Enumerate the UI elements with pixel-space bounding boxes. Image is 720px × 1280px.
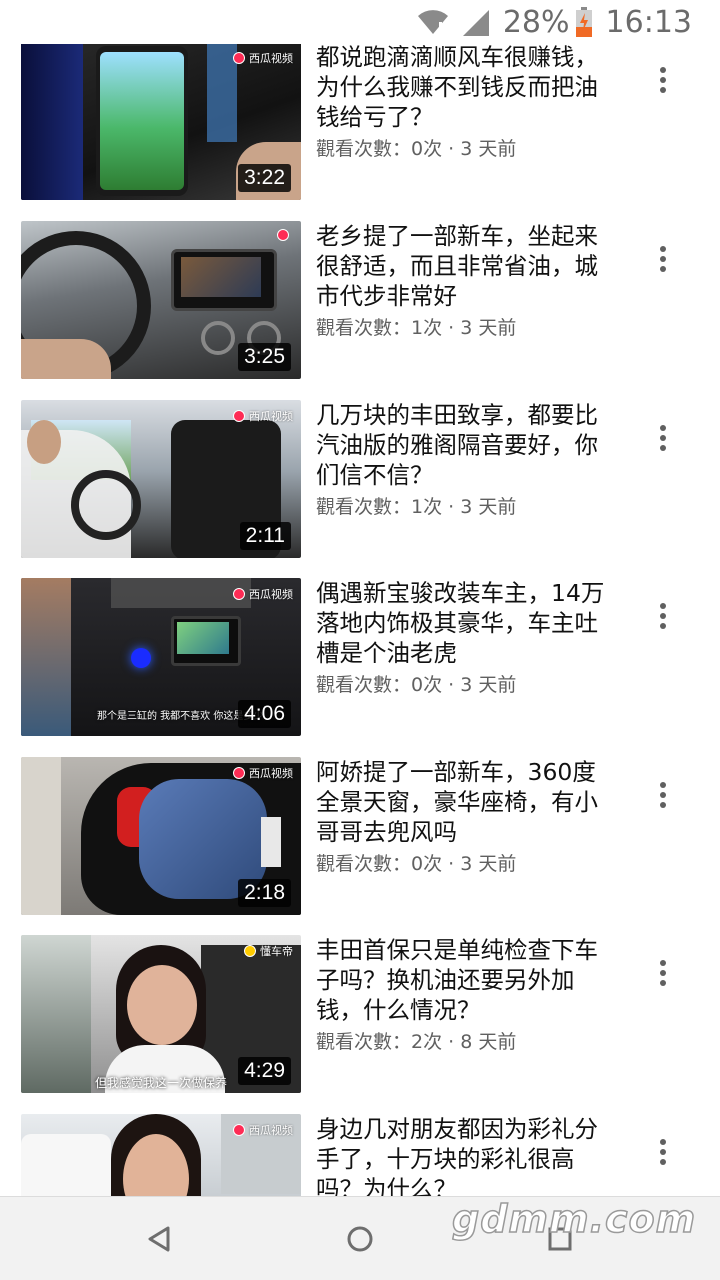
- video-title[interactable]: 几万块的丰田致享，都要比汽油版的雅阁隔音要好，你们信不信？: [316, 400, 616, 490]
- watermark-text: 懂车帝: [260, 945, 293, 958]
- video-title[interactable]: 都说跑滴滴顺风车很赚钱，为什么我赚不到钱反而把油钱给亏了？: [316, 42, 616, 132]
- video-title[interactable]: 身边几对朋友都因为彩礼分手了，十万块的彩礼很高吗？为什么？: [316, 1114, 616, 1196]
- video-title[interactable]: 老乡提了一部新车，坐起来很舒适，而且非常省油，城市代步非常好: [316, 221, 616, 311]
- watermark-text: 西瓜视频: [249, 410, 293, 423]
- watermark-text: 西瓜视频: [249, 52, 293, 65]
- source-watermark: 西瓜视频: [233, 586, 293, 602]
- watermark-logo-icon: [233, 1124, 245, 1136]
- video-meta: 觀看次數：1次 · 3 天前: [316, 496, 517, 518]
- more-options-icon[interactable]: [648, 60, 678, 100]
- watermark-logo-icon: [233, 52, 245, 64]
- cell-signal-icon: [462, 8, 489, 36]
- video-thumbnail[interactable]: 西瓜视频 2:11: [21, 400, 301, 558]
- video-title[interactable]: 偶遇新宝骏改装车主，14万落地内饰极其豪华，车主吐槽是个油老虎: [316, 578, 616, 668]
- video-title[interactable]: 阿娇提了一部新车，360度全景天窗，豪华座椅，有小哥哥去兜风吗: [316, 757, 616, 847]
- video-duration: 4:06: [238, 700, 291, 728]
- video-item[interactable]: 西瓜视频 那个是三缸的 我都不喜欢 你这是多少 4:06 偶遇新宝骏改装车主，1…: [0, 578, 720, 738]
- more-options-icon[interactable]: [648, 418, 678, 458]
- video-feed[interactable]: 西瓜视频 3:22 都说跑滴滴顺风车很赚钱，为什么我赚不到钱反而把油钱给亏了？ …: [0, 0, 720, 1196]
- more-options-icon[interactable]: [648, 239, 678, 279]
- watermark-logo-icon: [233, 410, 245, 422]
- video-meta: 觀看次數：1次 · 3 天前: [316, 317, 517, 339]
- video-thumbnail[interactable]: 西瓜视频 2:18: [21, 757, 301, 915]
- watermark-logo-icon: [233, 767, 245, 779]
- source-watermark: 西瓜视频: [233, 50, 293, 66]
- video-item[interactable]: 西瓜视频 2:18 阿娇提了一部新车，360度全景天窗，豪华座椅，有小哥哥去兜风…: [0, 757, 720, 917]
- watermark-logo-icon: [244, 945, 256, 957]
- video-thumbnail[interactable]: 西瓜视频 那个是三缸的 我都不喜欢 你这是多少 4:06: [21, 578, 301, 736]
- video-item[interactable]: 西瓜视频 身边几对朋友都因为彩礼分手了，十万块的彩礼很高吗？为什么？: [0, 1114, 720, 1196]
- watermark-text: 西瓜视频: [249, 767, 293, 780]
- video-title[interactable]: 丰田首保只是单纯检查下车子吗？换机油还要另外加钱，什么情况？: [316, 935, 616, 1025]
- video-duration: 3:25: [238, 343, 291, 371]
- source-watermark: 西瓜视频: [233, 408, 293, 424]
- video-meta: 觀看次數：2次 · 8 天前: [316, 1031, 517, 1053]
- video-duration: 4:29: [238, 1057, 291, 1085]
- video-meta: 觀看次數：0次 · 3 天前: [316, 674, 517, 696]
- status-bar: 28% 16:13: [0, 0, 720, 44]
- back-icon[interactable]: [138, 1217, 182, 1261]
- video-thumbnail[interactable]: 西瓜视频: [21, 1114, 301, 1196]
- watermark-logo-icon: [233, 588, 245, 600]
- video-item[interactable]: 西瓜视频 3:22 都说跑滴滴顺风车很赚钱，为什么我赚不到钱反而把油钱给亏了？ …: [0, 42, 720, 202]
- battery-percent: 28%: [502, 4, 570, 40]
- source-watermark: 西瓜视频: [233, 1122, 293, 1138]
- home-icon[interactable]: [338, 1217, 382, 1261]
- video-meta: 觀看次數：0次 · 3 天前: [316, 138, 517, 160]
- video-meta: 觀看次數：0次 · 3 天前: [316, 853, 517, 875]
- video-duration: 2:18: [238, 879, 291, 907]
- watermark-text: 西瓜视频: [249, 1124, 293, 1137]
- more-options-icon[interactable]: [648, 953, 678, 993]
- watermark-logo-icon: [277, 229, 289, 241]
- video-thumbnail[interactable]: 西瓜视频 3:22: [21, 42, 301, 200]
- video-thumbnail[interactable]: 3:25: [21, 221, 301, 379]
- video-duration: 3:22: [238, 164, 291, 192]
- source-watermark: 懂车帝: [244, 943, 293, 959]
- clock: 16:13: [605, 4, 692, 40]
- video-duration: 2:11: [239, 522, 291, 550]
- source-watermark: [277, 229, 293, 241]
- watermark-text: 西瓜视频: [249, 588, 293, 601]
- wifi-off-icon: [417, 8, 449, 36]
- video-thumbnail[interactable]: 懂车帝 但我感觉我这一次做保养 4:29: [21, 935, 301, 1093]
- more-options-icon[interactable]: [648, 1132, 678, 1172]
- more-options-icon[interactable]: [648, 596, 678, 636]
- source-watermark: 西瓜视频: [233, 765, 293, 781]
- site-watermark: gdmm.com: [451, 1196, 697, 1242]
- video-item[interactable]: 西瓜视频 2:11 几万块的丰田致享，都要比汽油版的雅阁隔音要好，你们信不信？ …: [0, 400, 720, 560]
- more-options-icon[interactable]: [648, 775, 678, 815]
- video-item[interactable]: 3:25 老乡提了一部新车，坐起来很舒适，而且非常省油，城市代步非常好 觀看次數…: [0, 221, 720, 381]
- video-item[interactable]: 懂车帝 但我感觉我这一次做保养 4:29 丰田首保只是单纯检查下车子吗？换机油还…: [0, 935, 720, 1095]
- battery-charging-icon: [575, 7, 592, 37]
